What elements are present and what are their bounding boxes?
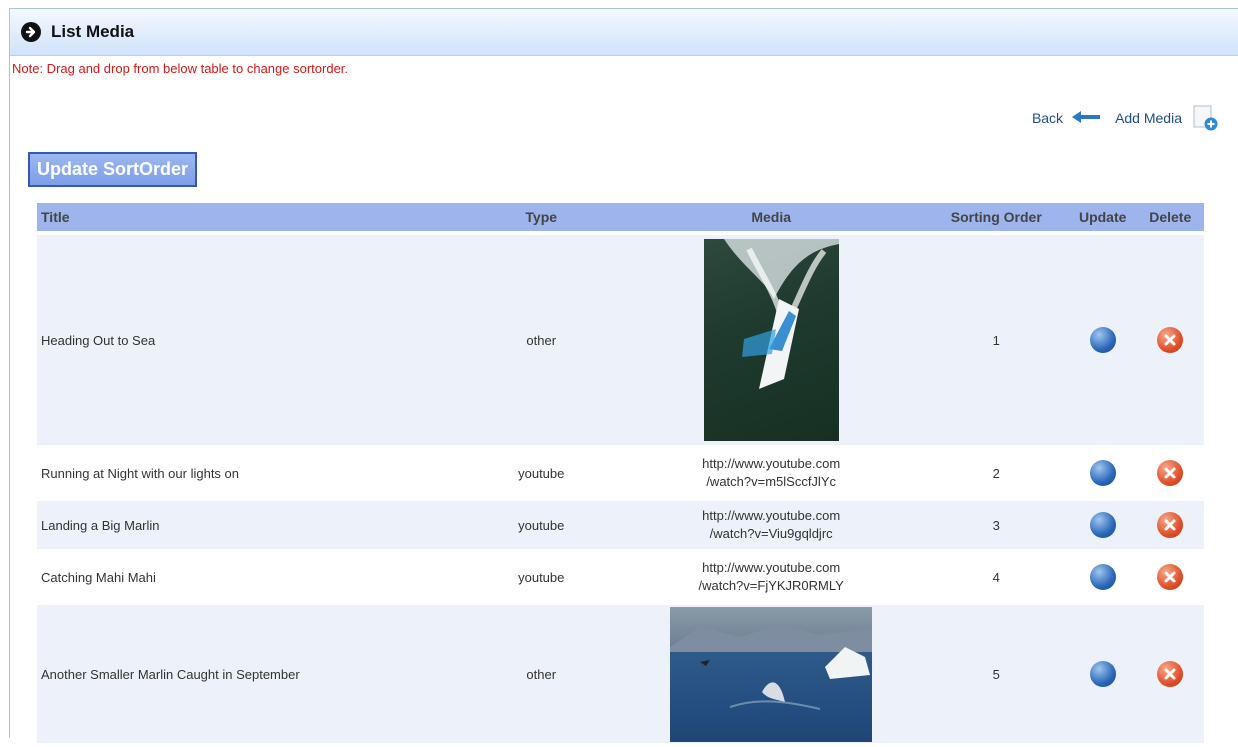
row-sort-order: 1 [923, 235, 1069, 445]
row-title: Running at Night with our lights on [37, 449, 464, 497]
table-row[interactable]: Another Smaller Marlin Caught in Septemb… [37, 605, 1204, 743]
top-links: Back Add Media [1032, 104, 1218, 132]
table-header-row: Title Type Media Sorting Order Update De… [37, 203, 1204, 231]
row-type: other [463, 235, 619, 445]
table-row[interactable]: Catching Mahi Mahi youtube http://www.yo… [37, 553, 1204, 601]
row-title: Heading Out to Sea [37, 235, 464, 445]
media-url[interactable]: http://www.youtube.com/watch?v=FjYKJR0RM… [698, 559, 843, 595]
row-sort-order: 3 [923, 501, 1069, 549]
boat-thumbnail[interactable] [703, 239, 839, 441]
row-update-cell [1068, 501, 1137, 549]
row-sort-order: 2 [923, 449, 1069, 497]
back-link[interactable]: Back [1032, 110, 1063, 126]
col-title: Title [37, 203, 464, 231]
row-media: http://www.youtube.com/watch?v=m5lSccfJl… [618, 449, 924, 497]
row-type: youtube [463, 553, 619, 601]
col-media: Media [618, 203, 924, 231]
delete-icon[interactable] [1157, 327, 1184, 353]
row-update-cell [1068, 449, 1137, 497]
row-media [618, 235, 924, 445]
media-url[interactable]: http://www.youtube.com/watch?v=Viu9gqldj… [702, 507, 840, 543]
edit-icon[interactable] [1089, 460, 1116, 486]
col-type: Type [463, 203, 619, 231]
row-update-cell [1068, 605, 1137, 743]
delete-icon[interactable] [1157, 564, 1184, 590]
add-media-link[interactable]: Add Media [1115, 110, 1182, 126]
row-delete-cell [1136, 449, 1204, 497]
edit-icon[interactable] [1089, 661, 1116, 687]
add-media-icon[interactable] [1192, 104, 1218, 132]
row-type: youtube [463, 501, 619, 549]
row-delete-cell [1136, 605, 1204, 743]
col-delete: Delete [1136, 203, 1204, 231]
row-media [618, 605, 924, 743]
panel-header: List Media [10, 9, 1238, 56]
row-type: other [463, 605, 619, 743]
delete-icon[interactable] [1157, 460, 1184, 486]
edit-icon[interactable] [1089, 564, 1116, 590]
media-url[interactable]: http://www.youtube.com/watch?v=m5lSccfJl… [702, 455, 840, 491]
row-update-cell [1068, 553, 1137, 601]
row-delete-cell [1136, 553, 1204, 601]
col-sorting-order: Sorting Order [923, 203, 1069, 231]
row-media: http://www.youtube.com/watch?v=Viu9gqldj… [618, 501, 924, 549]
update-sortorder-button[interactable]: Update SortOrder [28, 152, 198, 187]
page-title: List Media [51, 22, 135, 41]
edit-icon[interactable] [1089, 512, 1116, 538]
media-table: Title Type Media Sorting Order Update De… [37, 199, 1204, 747]
back-arrow-icon[interactable] [1071, 110, 1101, 127]
drag-drop-note: Note: Drag and drop from below table to … [12, 61, 349, 76]
row-title: Catching Mahi Mahi [37, 553, 464, 601]
row-sort-order: 4 [923, 553, 1069, 601]
delete-icon[interactable] [1157, 661, 1184, 687]
row-delete-cell [1136, 235, 1204, 445]
row-type: youtube [463, 449, 619, 497]
arrow-circle-icon [21, 22, 41, 42]
row-title: Landing a Big Marlin [37, 501, 464, 549]
row-delete-cell [1136, 501, 1204, 549]
table-row[interactable]: Running at Night with our lights on yout… [37, 449, 1204, 497]
marlin-thumbnail[interactable] [670, 606, 873, 742]
table-row[interactable]: Heading Out to Sea other 1 [37, 235, 1204, 445]
row-sort-order: 5 [923, 605, 1069, 743]
row-media: http://www.youtube.com/watch?v=FjYKJR0RM… [618, 553, 924, 601]
table-row[interactable]: Landing a Big Marlin youtube http://www.… [37, 501, 1204, 549]
delete-icon[interactable] [1157, 512, 1184, 538]
edit-icon[interactable] [1089, 327, 1116, 353]
col-update: Update [1068, 203, 1137, 231]
row-update-cell [1068, 235, 1137, 445]
row-title: Another Smaller Marlin Caught in Septemb… [37, 605, 464, 743]
